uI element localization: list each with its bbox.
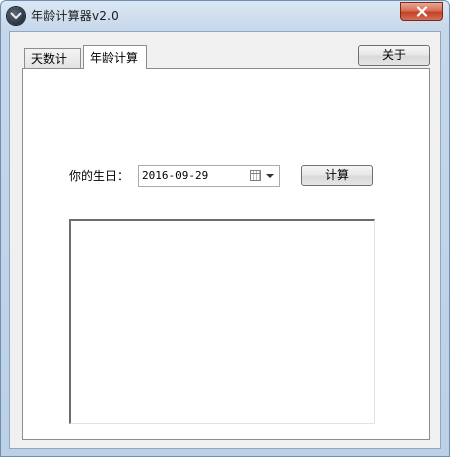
dropdown-arrow-icon[interactable] — [266, 174, 274, 178]
tab-day-count[interactable]: 天数计算 — [24, 48, 81, 86]
birthday-label: 你的生日： — [69, 169, 130, 183]
client-area: 天数计算 年龄计算 关于 你的生日： 2016-09-29 计算 — [9, 31, 441, 449]
birthday-date-picker[interactable]: 2016-09-29 — [138, 165, 280, 187]
app-window: 年龄计算器v2.0 天数计算 年龄计算 关于 你的生日： 2016-09-29 … — [0, 0, 450, 457]
close-icon — [416, 6, 427, 17]
about-button[interactable]: 关于 — [358, 45, 430, 66]
age-calc-panel: 你的生日： 2016-09-29 计算 — [22, 68, 430, 440]
close-button[interactable] — [400, 2, 443, 21]
app-icon[interactable] — [7, 7, 25, 25]
birthday-date-value: 2016-09-29 — [142, 169, 209, 182]
chevron-down-icon — [10, 12, 22, 20]
title-bar[interactable]: 年龄计算器v2.0 — [1, 1, 449, 31]
window-title: 年龄计算器v2.0 — [31, 9, 119, 23]
result-textbox[interactable] — [69, 219, 375, 424]
tab-age-calc[interactable]: 年龄计算 — [83, 45, 147, 69]
calculate-button[interactable]: 计算 — [301, 165, 373, 186]
calendar-icon[interactable] — [250, 170, 261, 181]
